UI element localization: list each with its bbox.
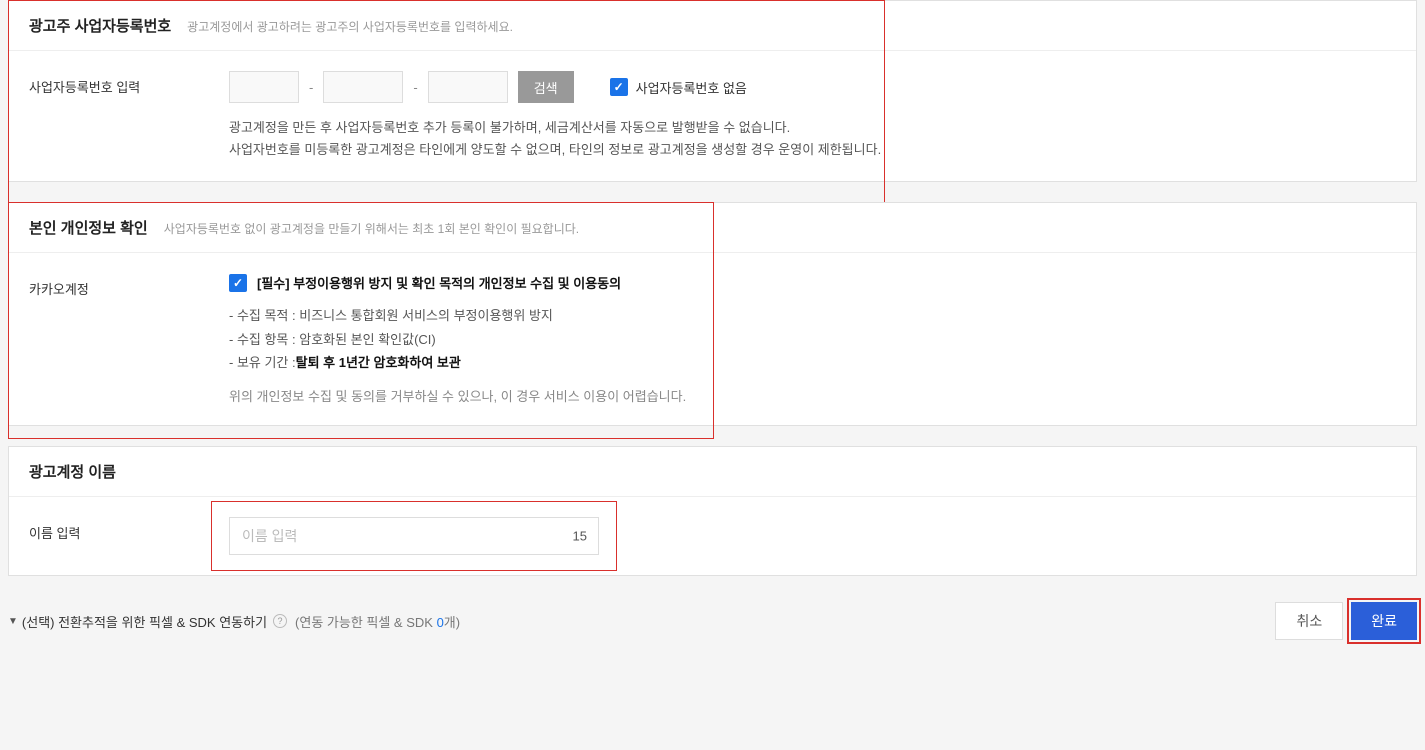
help-icon[interactable]: ? [273,614,287,628]
dash-separator: - [309,80,313,95]
dash-separator: - [413,80,417,95]
card-header: 광고주 사업자등록번호 광고계정에서 광고하려는 광고주의 사업자등록번호를 입… [9,1,1416,51]
biz-number-input-3[interactable] [428,71,508,103]
submit-button[interactable]: 완료 [1351,602,1417,640]
consent-checkbox[interactable]: ✓ [필수] 부정이용행위 방지 및 확인 목적의 개인정보 수집 및 이용동의 [229,273,1396,292]
identity-verify-card: 본인 개인정보 확인 사업자등록번호 없이 광고계정을 만들기 위해서는 최초 … [8,202,1417,426]
char-counter: 15 [573,529,587,544]
checkmark-icon: ✓ [229,274,247,292]
consent-item: - 보유 기간 :탈퇴 후 1년간 암호화하여 보관 [229,351,1396,374]
helper-text-line: 사업자번호를 미등록한 광고계정은 타인에게 양도할 수 없으며, 타인의 정보… [229,139,1396,161]
card-header: 광고계정 이름 [9,447,1416,497]
bottom-bar: ▼ (선택) 전환추적을 위한 픽셀 & SDK 연동하기 ? (연동 가능한 … [8,596,1417,654]
account-name-input[interactable] [229,517,599,555]
consent-item: - 수집 항목 : 암호화된 본인 확인값(CI) [229,328,1396,351]
card-header: 본인 개인정보 확인 사업자등록번호 없이 광고계정을 만들기 위해서는 최초 … [9,203,1416,253]
cancel-button[interactable]: 취소 [1275,602,1343,640]
no-biz-number-label: 사업자등록번호 없음 [636,78,747,97]
section-title: 본인 개인정보 확인 [29,217,148,238]
consent-title: [필수] 부정이용행위 방지 및 확인 목적의 개인정보 수집 및 이용동의 [257,273,621,292]
biz-number-input-1[interactable] [229,71,299,103]
ad-account-name-card: 광고계정 이름 이름 입력 15 [8,446,1417,576]
section-subtitle: 사업자등록번호 없이 광고계정을 만들기 위해서는 최초 1회 본인 확인이 필… [164,220,579,237]
pixel-count-text: (연동 가능한 픽셀 & SDK 0개) [295,612,460,631]
pixel-sdk-expand[interactable]: ▼ (선택) 전환추적을 위한 픽셀 & SDK 연동하기 ? (연동 가능한 … [8,612,460,631]
section-subtitle: 광고계정에서 광고하려는 광고주의 사업자등록번호를 입력하세요. [187,18,513,35]
advertiser-biz-number-card: 광고주 사업자등록번호 광고계정에서 광고하려는 광고주의 사업자등록번호를 입… [8,0,1417,182]
section-title: 광고주 사업자등록번호 [29,15,171,36]
consent-footer: 위의 개인정보 수집 및 동의를 거부하실 수 있으나, 이 경우 서비스 이용… [229,386,1396,405]
expand-label: (선택) 전환추적을 위한 픽셀 & SDK 연동하기 [22,612,267,631]
consent-item: - 수집 목적 : 비즈니스 통합회원 서비스의 부정이용행위 방지 [229,304,1396,327]
checkmark-icon: ✓ [610,78,628,96]
search-button[interactable]: 검색 [518,71,574,103]
triangle-down-icon: ▼ [8,616,18,627]
biz-number-label: 사업자등록번호 입력 [29,71,229,96]
name-input-label: 이름 입력 [29,517,229,542]
section-title: 광고계정 이름 [29,461,116,482]
kakao-account-label: 카카오계정 [29,273,229,298]
helper-text-line: 광고계정을 만든 후 사업자등록번호 추가 등록이 불가하며, 세금계산서를 자… [229,117,1396,139]
biz-number-input-2[interactable] [323,71,403,103]
no-biz-number-checkbox[interactable]: ✓ 사업자등록번호 없음 [610,78,747,97]
consent-details: - 수집 목적 : 비즈니스 통합회원 서비스의 부정이용행위 방지 - 수집 … [229,304,1396,374]
